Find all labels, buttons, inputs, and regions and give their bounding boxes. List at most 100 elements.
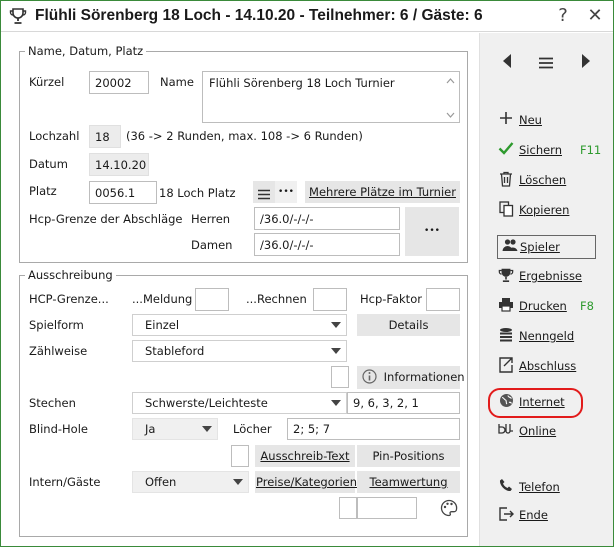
online-icon (497, 422, 515, 440)
spielform-label: Spielform (29, 318, 84, 332)
main-panel: Name, Datum, Platz Kürzel 20002 Name Flü… (1, 33, 479, 546)
platz-label: Platz (29, 184, 57, 198)
sidebar-item-abschluss[interactable]: Abschluss (497, 357, 605, 377)
next-icon[interactable] (581, 54, 591, 68)
platz-type: 18 Loch Platz (159, 186, 236, 200)
blind-hole-value: Ja (145, 422, 156, 436)
sidebar-item-ergebnisse[interactable]: Ergebnisse (497, 267, 605, 287)
intern-gaeste-label: Intern/Gäste (29, 475, 101, 489)
trash-icon (497, 171, 515, 189)
ausschreib-extra-field[interactable] (231, 445, 249, 467)
ausschreib-text-button-label: Ausschreib-Text (260, 449, 350, 463)
ausschreib-text-button[interactable]: Ausschreib-Text (255, 445, 355, 467)
copy-icon (497, 201, 515, 219)
shortcut-label: F8 (580, 299, 594, 313)
stechen-holes-field[interactable]: 9, 6, 3, 2, 1 (347, 392, 460, 414)
close-button[interactable]: ✕ (583, 4, 607, 28)
kuerzel-field[interactable]: 20002 (89, 71, 149, 94)
players-icon (501, 238, 519, 256)
platz-field[interactable]: 0056.1 (89, 181, 157, 204)
meldung-label: ...Meldung (132, 292, 193, 306)
phone-icon (497, 478, 515, 496)
export-icon (497, 357, 515, 375)
informationen-button[interactable]: Informationen (357, 366, 465, 389)
sidebar: Neu Sichern F11 Löschen Kopieren Spieler… (479, 33, 613, 546)
sidebar-item-label: Ergebnisse (519, 269, 583, 283)
blind-hole-select[interactable]: Ja (132, 418, 218, 440)
damen-field[interactable]: /36.0/-/-/- (254, 233, 400, 256)
hcp-grenze-meldung-label: HCP-Grenze... (29, 292, 109, 306)
hcp-grenze-label: Hcp-Grenze der Abschläge (29, 212, 183, 226)
details-button[interactable]: Details (357, 314, 460, 336)
hcp-faktor-label: Hcp-Faktor (360, 292, 422, 306)
name-field[interactable]: Flühli Sörenberg 18 Loch Turnier (202, 71, 460, 123)
previous-icon[interactable] (502, 54, 512, 68)
lochzahl-field[interactable]: 18 (89, 125, 121, 148)
list-button[interactable] (253, 181, 275, 203)
sidebar-item-drucken[interactable]: Drucken F8 (497, 297, 605, 317)
hcp-faktor-field[interactable] (426, 288, 460, 311)
color-field[interactable] (357, 497, 417, 519)
coins-icon (497, 327, 515, 345)
sidebar-item-kopieren[interactable]: Kopieren (497, 201, 605, 221)
sidebar-item-online[interactable]: Online (497, 422, 605, 442)
trophy-icon (9, 8, 27, 24)
datum-field[interactable]: 14.10.20 (89, 153, 149, 176)
loecher-field[interactable]: 2; 5; 7 (287, 418, 460, 440)
lochzahl-hint: (36 -> 2 Runden, max. 108 -> 6 Runden) (126, 129, 363, 143)
meldung-field[interactable] (195, 288, 229, 311)
pin-positions-button[interactable]: Pin-Positions (357, 445, 460, 467)
rechnen-field[interactable] (313, 288, 347, 311)
chevron-down-icon (233, 479, 243, 485)
sidebar-item-sichern[interactable]: Sichern F11 (497, 141, 605, 161)
more-button-platz[interactable]: ••• (275, 181, 297, 203)
intern-gaeste-value: Offen (145, 475, 177, 489)
window-title: Flühli Sörenberg 18 Loch - 14.10.20 - Te… (35, 7, 483, 24)
intern-gaeste-select[interactable]: Offen (132, 471, 249, 493)
sidebar-item-ende[interactable]: Ende (497, 506, 605, 526)
teamwertung-button-label: Teamwertung (369, 475, 448, 489)
zaehlweise-value: Stableford (145, 344, 205, 358)
mehrere-plaetze-button[interactable]: Mehrere Plätze im Turnier (305, 181, 460, 203)
preise-kategorien-button-label: Preise/Kategorien (256, 475, 358, 489)
sidebar-item-neu[interactable]: Neu (497, 111, 605, 131)
sidebar-item-label: Telefon (519, 480, 560, 494)
check-icon (497, 141, 515, 159)
tournament-window: Flühli Sörenberg 18 Loch - 14.10.20 - Te… (0, 0, 614, 547)
preise-kategorien-button[interactable]: Preise/Kategorien (255, 471, 358, 493)
more-button-hcp[interactable]: ••• (405, 207, 459, 256)
stechen-select[interactable]: Schwerste/Leichteste (132, 392, 347, 414)
menu-icon[interactable] (538, 57, 554, 69)
color-extra-field[interactable] (339, 497, 357, 519)
zaehlweise-extra-field[interactable] (331, 366, 349, 388)
name-label: Name (160, 75, 194, 89)
sidebar-item-spieler[interactable]: Spieler (497, 235, 596, 259)
teamwertung-button[interactable]: Teamwertung (357, 471, 460, 493)
title-bar: Flühli Sörenberg 18 Loch - 14.10.20 - Te… (1, 1, 613, 32)
sidebar-item-label: Neu (519, 113, 542, 127)
spielform-select[interactable]: Einzel (132, 314, 347, 336)
scrollbar[interactable] (446, 78, 455, 118)
list-icon (258, 189, 270, 200)
printer-icon (497, 297, 515, 315)
mehrere-plaetze-button-label: Mehrere Plätze im Turnier (309, 185, 456, 199)
stechen-label: Stechen (29, 396, 76, 410)
help-button[interactable]: ? (551, 4, 575, 28)
ausschreibung-group-legend: Ausschreibung (25, 268, 116, 282)
herren-label: Herren (191, 212, 231, 226)
internet-highlight-ring (488, 388, 583, 418)
zaehlweise-label: Zählweise (29, 344, 88, 358)
chevron-down-icon (331, 322, 341, 328)
palette-icon[interactable] (440, 499, 458, 517)
spielform-value: Einzel (145, 318, 180, 332)
zaehlweise-select[interactable]: Stableford (132, 340, 347, 362)
plus-icon (497, 111, 515, 129)
sidebar-item-nenngeld[interactable]: Nenngeld (497, 327, 605, 347)
general-group-legend: Name, Datum, Platz (25, 44, 147, 58)
trophy-icon (497, 267, 515, 285)
herren-field[interactable]: /36.0/-/-/- (254, 207, 400, 230)
loecher-label: Löcher (233, 422, 272, 436)
sidebar-item-label: Spieler (520, 240, 560, 254)
sidebar-item-loeschen[interactable]: Löschen (497, 171, 605, 191)
sidebar-item-telefon[interactable]: Telefon (497, 478, 605, 498)
